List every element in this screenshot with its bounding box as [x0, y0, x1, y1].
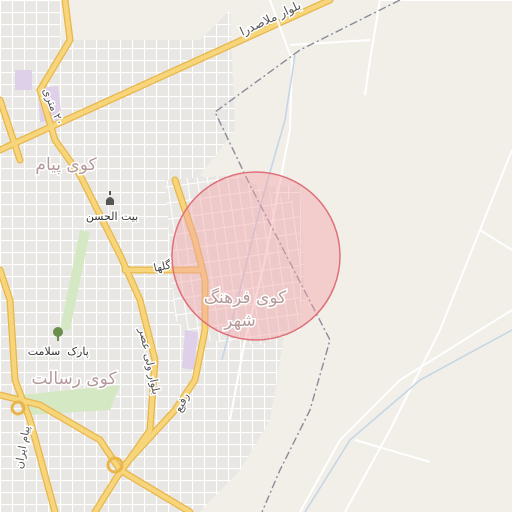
map-view[interactable]: بلوار ملاصدرا ۲۰ متری کوی پیام بیت الحسن…: [0, 0, 512, 512]
label-park-2: سلامت: [28, 345, 60, 358]
label-district-farhang-2: شهر: [223, 311, 255, 331]
label-district-payam: کوی پیام: [35, 155, 97, 175]
map-canvas[interactable]: بلوار ملاصدرا ۲۰ متری کوی پیام بیت الحسن…: [0, 0, 512, 512]
label-park-1: پارک: [67, 345, 89, 358]
label-district-farhang: کوی فرهنگ: [204, 287, 287, 308]
search-area-circle[interactable]: [171, 171, 341, 341]
label-district-resalat: کوی رسالت: [31, 369, 117, 389]
school-area-2: [15, 70, 32, 90]
label-bayt-alhasan: بیت الحسن: [86, 210, 138, 223]
